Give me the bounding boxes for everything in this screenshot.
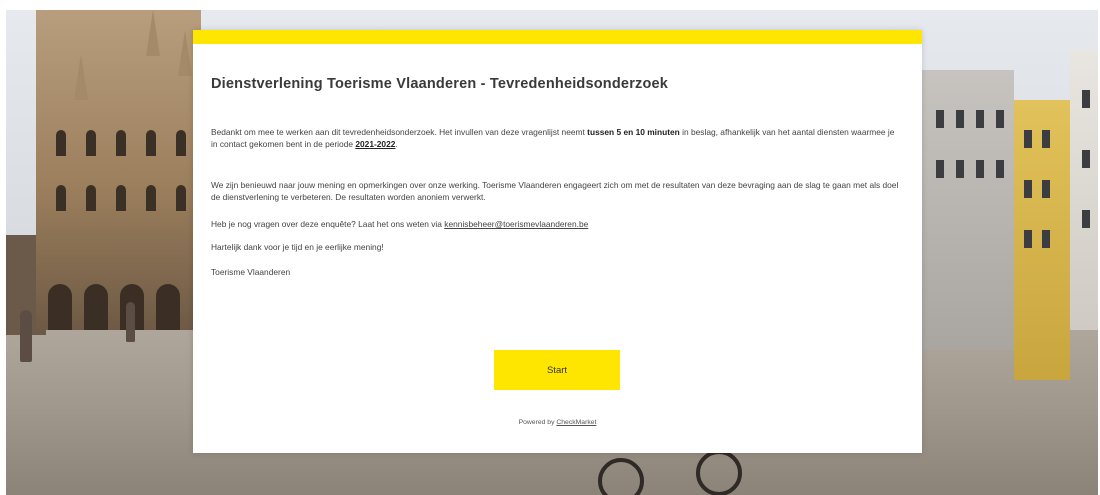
spire bbox=[74, 54, 88, 100]
window bbox=[1024, 130, 1032, 148]
opinion-paragraph: We zijn benieuwd naar jouw mening en opm… bbox=[211, 180, 899, 202]
window bbox=[86, 130, 96, 156]
period-text: 2021-2022 bbox=[355, 139, 396, 149]
window bbox=[976, 110, 984, 128]
window bbox=[116, 130, 126, 156]
window bbox=[956, 110, 964, 128]
building-grey bbox=[922, 70, 1014, 350]
contact-email-link[interactable]: kennisbeheer@toerismevlaanderen.be bbox=[444, 219, 588, 229]
arch bbox=[48, 284, 72, 330]
thanks-paragraph: Hartelijk dank voor je tijd en je eerlij… bbox=[211, 242, 384, 252]
window bbox=[176, 130, 186, 156]
window bbox=[146, 185, 156, 211]
window bbox=[956, 160, 964, 178]
arch bbox=[156, 284, 180, 330]
signature-text: Toerisme Vlaanderen bbox=[211, 267, 291, 277]
survey-card: Dienstverlening Toerisme Vlaanderen - Te… bbox=[193, 30, 922, 453]
window bbox=[176, 185, 186, 211]
window bbox=[1042, 180, 1050, 198]
window bbox=[1082, 210, 1090, 228]
intro-text-end: . bbox=[395, 139, 398, 149]
arch bbox=[84, 284, 108, 330]
window bbox=[1082, 150, 1090, 168]
questions-paragraph: Heb je nog vragen over deze enquête? Laa… bbox=[211, 218, 901, 230]
building-yellow bbox=[1014, 100, 1070, 380]
pedestrian bbox=[126, 302, 135, 342]
window bbox=[86, 185, 96, 211]
intro-text: Bedankt om mee te werken aan dit tevrede… bbox=[211, 127, 588, 137]
window bbox=[56, 185, 66, 211]
building-white bbox=[1070, 50, 1098, 330]
survey-title: Dienstverlening Toerisme Vlaanderen - Te… bbox=[211, 76, 669, 92]
pedestrian bbox=[20, 310, 32, 362]
window bbox=[1024, 180, 1032, 198]
window bbox=[116, 185, 126, 211]
bicycle-wheel bbox=[696, 450, 742, 495]
window bbox=[1042, 130, 1050, 148]
window bbox=[1082, 90, 1090, 108]
checkmarket-link[interactable]: CheckMarket bbox=[556, 419, 596, 426]
window bbox=[1024, 230, 1032, 248]
town-hall-building bbox=[36, 10, 201, 330]
window bbox=[936, 160, 944, 178]
powered-by-text: Powered by bbox=[518, 419, 557, 426]
window bbox=[146, 130, 156, 156]
window bbox=[996, 160, 1004, 178]
duration-text: tussen 5 en 10 minuten bbox=[587, 127, 680, 137]
spire bbox=[146, 10, 160, 56]
window bbox=[936, 110, 944, 128]
questions-text: Heb je nog vragen over deze enquête? Laa… bbox=[211, 219, 445, 229]
accent-bar bbox=[193, 30, 922, 44]
window bbox=[996, 110, 1004, 128]
window bbox=[1042, 230, 1050, 248]
spire bbox=[178, 30, 192, 76]
window bbox=[976, 160, 984, 178]
intro-paragraph: Bedankt om mee te werken aan dit tevrede… bbox=[211, 126, 901, 150]
powered-by-footer: Powered by CheckMarket bbox=[193, 419, 922, 426]
start-button[interactable]: Start bbox=[494, 350, 620, 390]
window bbox=[56, 130, 66, 156]
